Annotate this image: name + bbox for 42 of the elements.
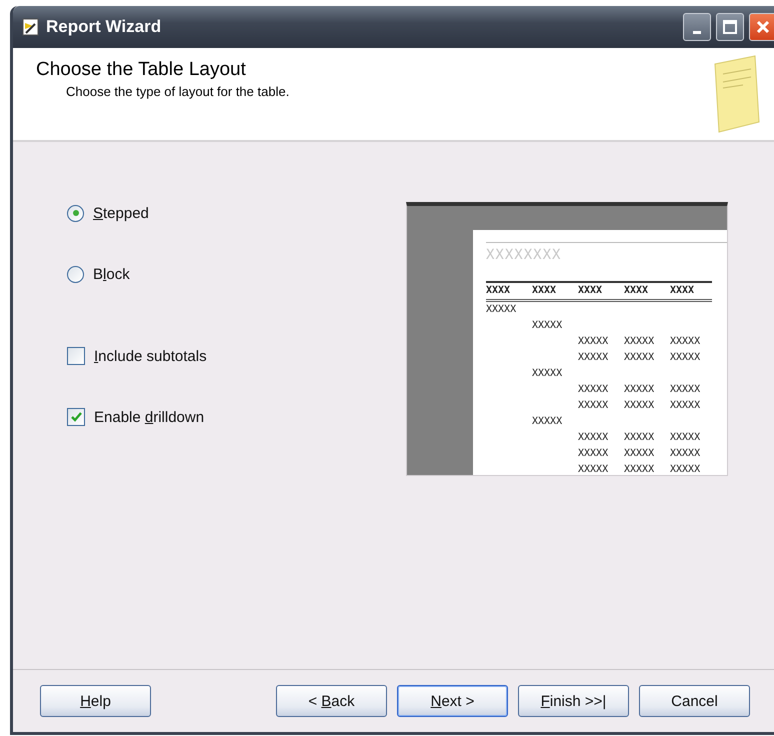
dialog-button[interactable]: Cancel: [639, 685, 750, 717]
preview-header-cell-text: XXXX: [486, 284, 512, 298]
preview-header-cell-text: XXXX: [670, 284, 696, 298]
dialog-button[interactable]: Finish >>|: [518, 685, 629, 717]
preview-cell-text: XXXXX: [578, 399, 610, 413]
preview-cell-text: XXXXX: [578, 351, 610, 365]
preview-cell-text: XXXXX: [532, 319, 564, 333]
preview-header-cell-text: XXXX: [624, 284, 650, 298]
page-subtitle: Choose the type of layout for the table.: [66, 84, 290, 99]
preview-cell-text: XXXXX: [624, 351, 656, 365]
page-title: Choose the Table Layout: [36, 59, 247, 81]
checkbox-label: Include subtotals: [94, 348, 207, 364]
preview-cell-text: XXXXX: [624, 335, 656, 349]
radio-label: Stepped: [93, 204, 149, 222]
radio-label: Block: [93, 266, 130, 282]
preview-cell-text: XXXXX: [670, 399, 702, 413]
window-title: Report Wizard: [46, 17, 162, 37]
dialog-button[interactable]: Next >: [397, 685, 508, 717]
preview-cell-text: XXXXX: [624, 431, 656, 445]
preview-cell-text: XXXXX: [578, 447, 610, 461]
preview-cell-text: XXXXX: [624, 383, 656, 397]
preview-header-cell-text: XXXX: [532, 284, 558, 298]
preview-cell-text: XXXXX: [670, 447, 702, 461]
preview-cell-text: XXXXX: [624, 463, 656, 475]
preview-header-cell-text: XXXX: [578, 284, 604, 298]
preview-cell-text: XXXXX: [670, 383, 702, 397]
preview-cell-text: XXXXX: [532, 415, 564, 429]
preview-cell-text: XXXXX: [670, 335, 702, 349]
preview-cell-text: XXXXX: [532, 367, 564, 381]
preview-cell-text: XXXXX: [578, 383, 610, 397]
preview-cell-text: XXXXX: [578, 431, 610, 445]
checkbox-label: Enable drilldown: [94, 408, 204, 426]
preview-cell-text: XXXXX: [670, 463, 702, 475]
preview-cell-text: XXXXX: [624, 447, 656, 461]
preview-cell-text: XXXXX: [670, 431, 702, 445]
preview-cell-text: XXXXX: [578, 335, 610, 349]
preview-cell-text: XXXXX: [578, 463, 610, 475]
preview-cell-text: XXXXX: [624, 399, 656, 413]
preview-cell-text: XXXXX: [486, 303, 518, 317]
dialog-button[interactable]: Help: [40, 685, 151, 717]
preview-cell-text: XXXXX: [670, 351, 702, 365]
dialog-button[interactable]: < Back: [276, 685, 387, 717]
